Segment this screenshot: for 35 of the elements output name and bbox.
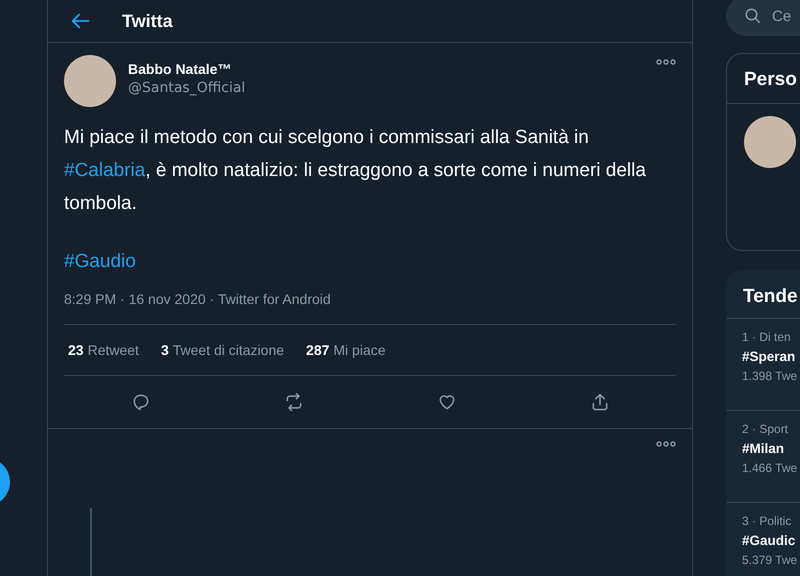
trend-item[interactable]: 3 · Politic #Gaudic 5.379 Twe <box>726 503 800 576</box>
tweet-count: 1.398 Twe <box>742 369 798 383</box>
trend-context: 3 · Politic <box>742 514 792 528</box>
avatar[interactable] <box>64 55 116 107</box>
trend-context: 2 · Sport <box>742 422 790 436</box>
more-icon[interactable] <box>656 441 676 447</box>
stat-link[interactable]: 287 Mi piace <box>306 342 386 358</box>
search-field[interactable]: Ce <box>772 8 800 24</box>
reply-icon[interactable] <box>130 392 150 412</box>
display-name[interactable]: Babbo Natale™ <box>128 61 246 77</box>
share-icon[interactable] <box>590 392 610 412</box>
tweet-text: Mi piace il metodo con cui scelgono i commissari alla Sanità in #Calabria, è molto natalizio: li estraggono a sorte come i numeri della tombola. <box>64 126 647 216</box>
heart-icon[interactable] <box>436 392 456 412</box>
username[interactable]: @Santas_Official <box>128 80 246 96</box>
avatar[interactable] <box>744 116 796 168</box>
tweet-count: 1.466 Twe <box>742 461 798 475</box>
search-icon <box>744 7 762 25</box>
tweet-count: 5.379 Twe <box>742 553 798 567</box>
page-title: Twitta <box>122 10 173 32</box>
tweet-timestamp: 8:29 PM · 16 nov 2020 · Twitter for Android <box>64 291 332 307</box>
hashtag-link[interactable]: #Calabria <box>64 160 146 181</box>
trend-item[interactable]: 1 · Di ten #Speran 1.398 Twe <box>726 319 800 411</box>
stat-link[interactable]: 3 Tweet di citazione <box>160 342 284 358</box>
trend-context: 1 · Di ten <box>742 330 792 344</box>
retweet-icon[interactable] <box>284 392 304 412</box>
more-icon[interactable] <box>656 59 676 65</box>
trend-name: #Milan <box>742 441 786 456</box>
stat-link[interactable]: 23 Retweet <box>68 342 139 358</box>
trend-name: #Gaudic <box>742 533 796 548</box>
trend-item[interactable]: 2 · Sport #Milan 1.466 Twe <box>726 411 800 503</box>
hashtag-link[interactable]: #Gaudio <box>64 251 136 273</box>
section-title: Perso <box>727 54 800 104</box>
thread-line <box>90 508 92 576</box>
trend-name: #Speran <box>742 349 796 364</box>
section-title: Tende <box>726 270 800 319</box>
